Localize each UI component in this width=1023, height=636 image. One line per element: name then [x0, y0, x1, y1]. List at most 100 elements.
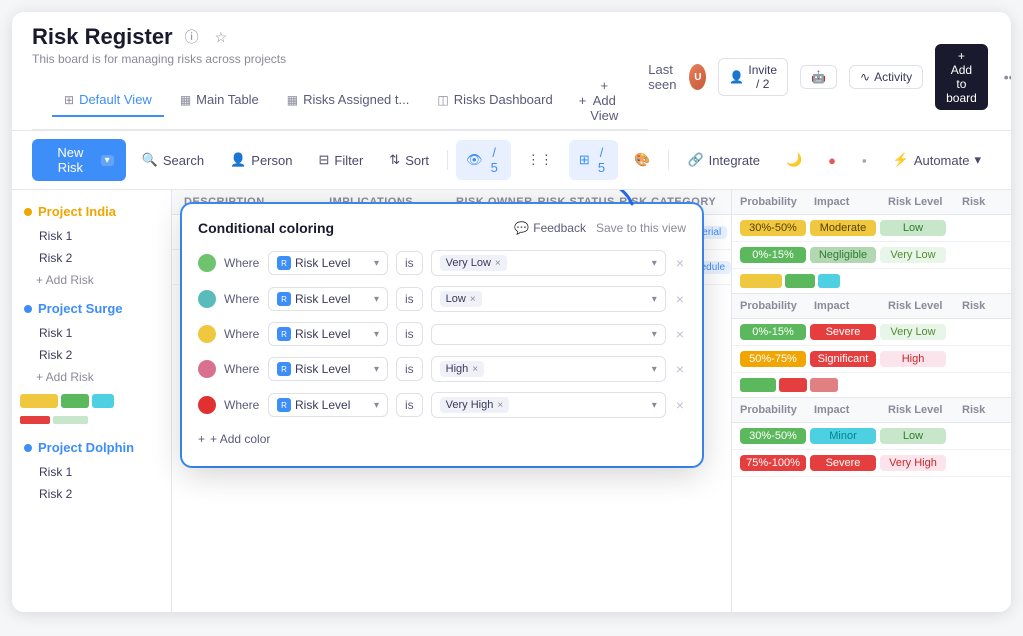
color-block-lightgreen — [53, 416, 88, 424]
invite-button[interactable]: 👤 Invite / 2 — [718, 58, 788, 96]
val-x-5[interactable]: × — [497, 400, 503, 411]
cond-op-1[interactable]: is — [396, 251, 423, 275]
val-tag-high: High × — [440, 361, 484, 377]
header-right: Last seen U 👤 Invite / 2 🤖 ∿ Activity + … — [648, 44, 1011, 110]
star-icon-btn[interactable]: ☆ — [211, 27, 232, 48]
cond-value-box-1[interactable]: Very Low × ▾ — [431, 250, 666, 276]
theme-btn-2[interactable]: ● — [818, 148, 846, 173]
cond-dropdown-arrow-4: ▾ — [374, 364, 379, 375]
automate-icon: ⚡ — [893, 152, 909, 168]
color-block-yellow — [20, 394, 58, 408]
cond-value-box-2[interactable]: Low × ▾ — [431, 286, 666, 312]
cond-value-box-4[interactable]: High × ▾ — [431, 356, 666, 382]
grid-icon: ⊞ — [64, 93, 74, 107]
cond-where-4: Where — [224, 362, 260, 376]
val-x-4[interactable]: × — [472, 364, 478, 375]
cond-row-1: Where R Risk Level ▾ is Very Low × ▾ × — [198, 250, 686, 276]
sort-button[interactable]: ⇅ Sort — [379, 147, 439, 173]
cond-color-dot-5[interactable] — [198, 396, 216, 414]
cond-op-2[interactable]: is — [396, 287, 423, 311]
cond-where-1: Where — [224, 256, 260, 270]
remove-row-btn-5[interactable]: × — [674, 395, 686, 415]
color-block-red — [20, 416, 50, 424]
cond-op-5[interactable]: is — [396, 393, 423, 417]
cond-field-select-4[interactable]: R Risk Level ▾ — [268, 357, 388, 381]
sort-icon: ⇅ — [389, 152, 400, 168]
tab-main-table[interactable]: ▦ Main Table — [168, 84, 271, 117]
link-icon: 🔗 — [687, 152, 703, 168]
color-icon: 🎨 — [634, 152, 650, 168]
automations-icon-btn[interactable]: 🤖 — [800, 65, 837, 89]
theme-btn-3[interactable]: ▪ — [852, 148, 877, 173]
project-group-surge: Project Surge Risk 1 Risk 2 + Add Risk — [12, 295, 171, 430]
india-risk-1[interactable]: Risk 1 — [12, 225, 171, 247]
surge-risk-2[interactable]: Risk 2 — [12, 344, 171, 366]
filter-button[interactable]: ⊟ Filter — [308, 147, 373, 173]
cond-field-select-2[interactable]: R Risk Level ▾ — [268, 287, 388, 311]
cond-value-box-3[interactable]: ▾ — [431, 324, 666, 345]
new-risk-button[interactable]: New Risk ▾ — [32, 139, 126, 181]
columns-button[interactable]: ⋮⋮ — [517, 147, 563, 173]
cond-field-select-3[interactable]: R Risk Level ▾ — [268, 322, 388, 346]
cond-color-dot-2[interactable] — [198, 290, 216, 308]
tab-risks-assigned[interactable]: ▦ Risks Assigned t... — [275, 84, 422, 117]
project-surge-header[interactable]: Project Surge — [12, 295, 171, 322]
remove-row-btn-3[interactable]: × — [674, 324, 686, 344]
activity-button[interactable]: ∿ Activity — [849, 65, 923, 89]
project-dolphin-header[interactable]: Project Dolphin — [12, 434, 171, 461]
cond-color-dot-1[interactable] — [198, 254, 216, 272]
surge-risk-1[interactable]: Risk 1 — [12, 322, 171, 344]
remove-row-btn-4[interactable]: × — [674, 359, 686, 379]
activity-icon: ∿ — [860, 70, 870, 84]
dolphin-risk-1[interactable]: Risk 1 — [12, 461, 171, 483]
modal-title: Conditional coloring — [198, 220, 334, 236]
cond-color-dot-4[interactable] — [198, 360, 216, 378]
cond-op-4[interactable]: is — [396, 357, 423, 381]
save-to-view-button[interactable]: Save to this view — [596, 221, 686, 235]
cond-op-3[interactable]: is — [396, 322, 423, 346]
feedback-link[interactable]: 💬 Feedback — [514, 221, 586, 235]
cond-value-arrow-3: ▾ — [652, 329, 657, 340]
info-icon-btn[interactable]: ⓘ — [181, 25, 203, 49]
tab-risks-dashboard[interactable]: ◫ Risks Dashboard — [425, 84, 564, 117]
cond-value-box-5[interactable]: Very High × ▾ — [431, 392, 666, 418]
cond-where-5: Where — [224, 398, 260, 412]
india-add-risk[interactable]: + Add Risk — [12, 269, 171, 291]
cond-dropdown-arrow-1: ▾ — [374, 258, 379, 269]
columns-badge-button[interactable]: ⊞ / 5 — [569, 140, 618, 180]
surge-add-risk[interactable]: + Add Risk — [12, 366, 171, 388]
modal-header-actions: 💬 Feedback Save to this view — [514, 221, 686, 235]
separator-2 — [668, 150, 669, 170]
integrate-button[interactable]: 🔗 Integrate — [677, 147, 770, 173]
india-risk-2[interactable]: Risk 2 — [12, 247, 171, 269]
cond-value-arrow-1: ▾ — [652, 258, 657, 269]
add-color-button[interactable]: + + Add color — [198, 428, 270, 450]
tab-default-view[interactable]: ⊞ Default View — [52, 84, 164, 117]
remove-row-btn-2[interactable]: × — [674, 289, 686, 309]
board-title-row: Risk Register ⓘ ☆ — [32, 24, 648, 50]
dolphin-risk-2[interactable]: Risk 2 — [12, 483, 171, 505]
cond-row-5: Where R Risk Level ▾ is Very High × ▾ × — [198, 392, 686, 418]
chart-icon: ◫ — [437, 93, 448, 107]
color-block-green — [61, 394, 89, 408]
field-icon-4: R — [277, 362, 291, 376]
more-options-btn[interactable]: ••• — [1000, 67, 1011, 87]
remove-row-btn-1[interactable]: × — [674, 253, 686, 273]
val-x-2[interactable]: × — [470, 294, 476, 305]
add-to-board-button[interactable]: + Add to board — [935, 44, 988, 110]
eye-badge-button[interactable]: 👁 / 5 — [456, 140, 511, 180]
val-x-1[interactable]: × — [495, 258, 501, 269]
theme-btn-1[interactable]: 🌙 — [776, 147, 812, 173]
person-filter-button[interactable]: 👤 Person — [220, 147, 302, 173]
person-icon: 👤 — [729, 70, 744, 84]
cond-field-select-5[interactable]: R Risk Level ▾ — [268, 393, 388, 417]
cond-color-dot-3[interactable] — [198, 325, 216, 343]
right-row-4: 50%-75% Significant High — [732, 346, 1011, 373]
person-filter-icon: 👤 — [230, 152, 246, 168]
project-india-header[interactable]: Project India — [12, 198, 171, 225]
color-picker-button[interactable]: 🎨 — [624, 147, 660, 173]
add-view-button[interactable]: + + Add View — [569, 72, 629, 129]
automate-button[interactable]: ⚡ Automate ▾ — [883, 147, 991, 173]
search-button[interactable]: 🔍 Search — [132, 147, 214, 173]
cond-field-select-1[interactable]: R Risk Level ▾ — [268, 251, 388, 275]
